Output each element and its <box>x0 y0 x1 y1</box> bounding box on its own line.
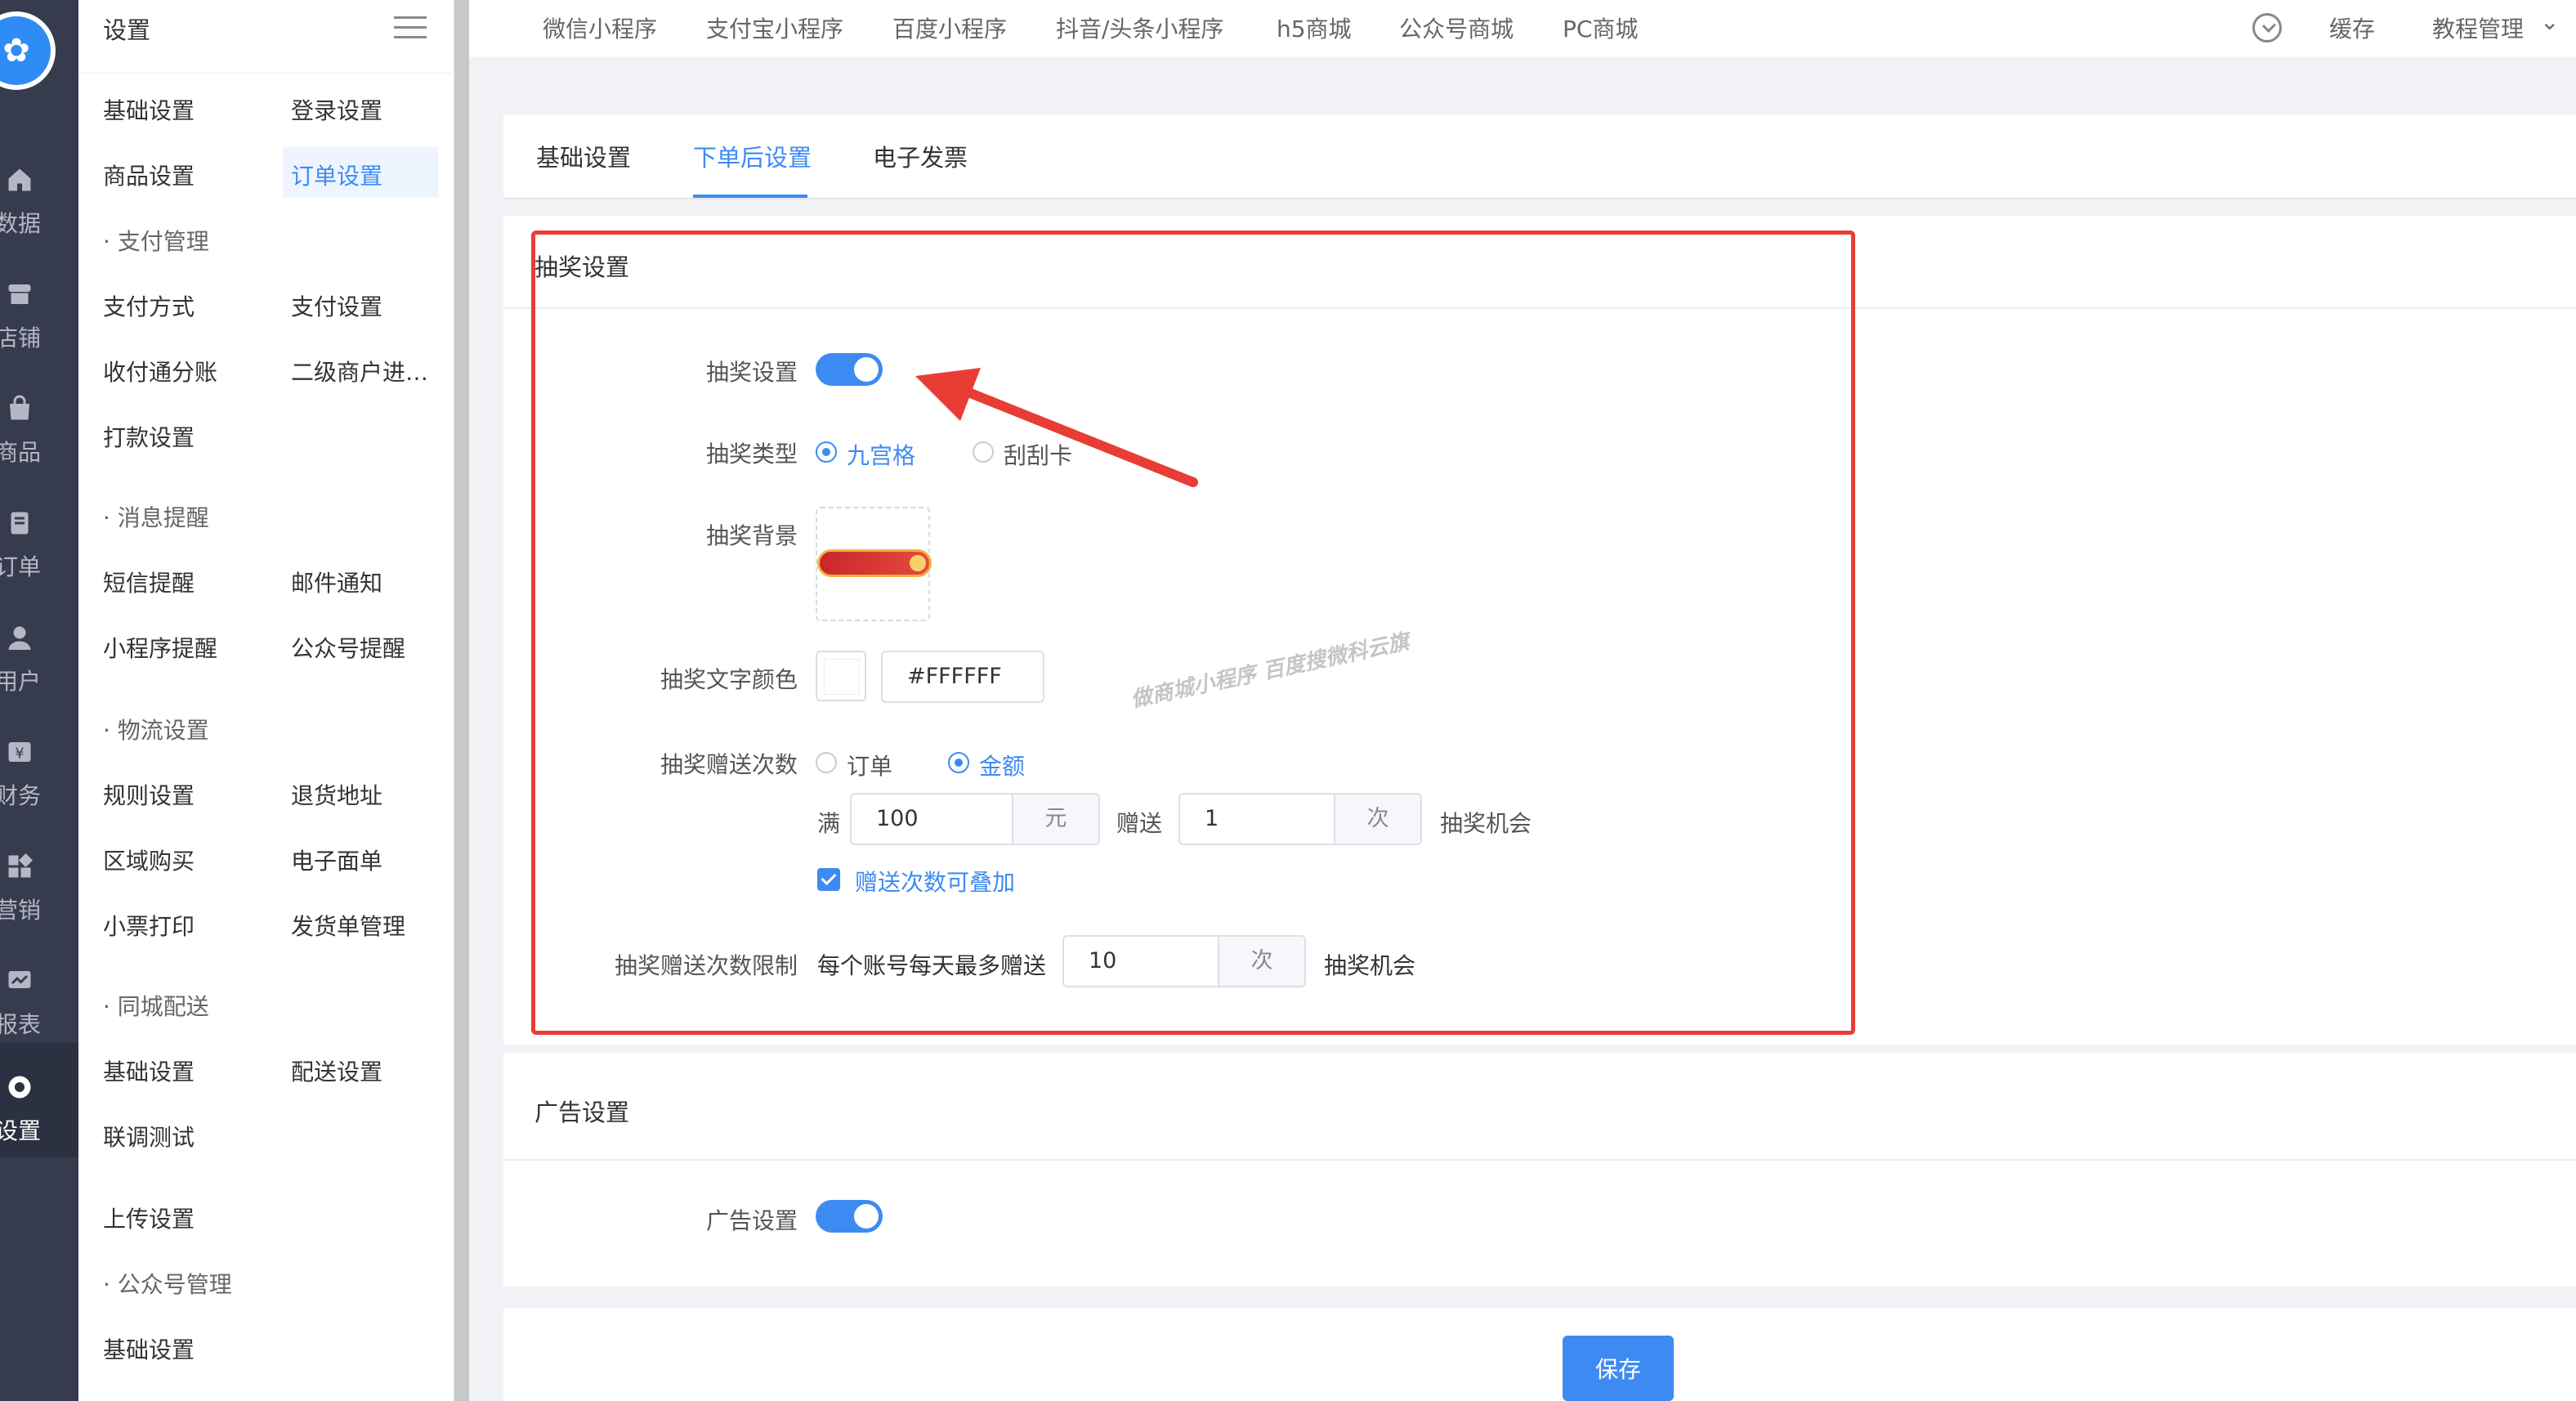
subnav-item-mini-msg[interactable]: 小程序提醒 <box>103 631 217 664</box>
marketing-icon <box>8 853 33 878</box>
subnav-item-basic[interactable]: 基础设置 <box>103 93 195 126</box>
subnav-item-mp-basic[interactable]: 基础设置 <box>103 1332 195 1365</box>
order-icon <box>11 512 29 535</box>
subnav-group-msg: · 消息提醒 <box>103 504 209 531</box>
home-icon <box>8 168 31 191</box>
content-tabs <box>503 114 2576 199</box>
subnav-group-mp: · 公众号管理 <box>103 1271 232 1298</box>
subnav-item-login[interactable]: 登录设置 <box>291 93 382 126</box>
rail-item-label: 订单 <box>0 553 42 580</box>
rail-item-user[interactable]: 用户 <box>0 593 78 708</box>
subnav-item-delivery[interactable]: 配送设置 <box>291 1054 382 1087</box>
collapse-menu-icon[interactable] <box>394 16 427 44</box>
subnav-item-upload[interactable]: 上传设置 <box>103 1202 195 1234</box>
rail-item-label: 店铺 <box>0 325 42 351</box>
subnav-group-logistics: · 物流设置 <box>103 717 209 744</box>
subnav-header: 设置 <box>78 0 454 74</box>
rail-item-settings[interactable]: 设置 <box>0 1043 78 1157</box>
rail-item-finance[interactable]: ¥ 财务 <box>0 708 78 822</box>
rail-item-order[interactable]: 订单 <box>0 479 78 593</box>
tab-after-order[interactable]: 下单后设置 <box>693 139 812 173</box>
top-tab-h5[interactable]: h5商城 <box>1277 11 1352 44</box>
subnav-group-city: · 同城配送 <box>103 993 209 1020</box>
chevron-down-icon[interactable]: ⌄ <box>2540 8 2559 35</box>
bag-icon <box>10 395 29 420</box>
ad-section: 广告设置 <box>503 1053 2576 1287</box>
subnav-item-payout[interactable]: 打款设置 <box>103 420 195 453</box>
settings-subnav: 设置 <box>78 0 454 1401</box>
rail-item-data[interactable]: 数据 <box>0 136 78 250</box>
rail-item-label: 营销 <box>0 897 42 924</box>
rail-item-label: 用户 <box>0 668 42 695</box>
subnav-item-email[interactable]: 邮件通知 <box>291 566 382 598</box>
subnav-item-region[interactable]: 区域购买 <box>103 844 195 876</box>
tab-basic[interactable]: 基础设置 <box>536 139 631 173</box>
rail-item-label: 商品 <box>0 439 42 466</box>
rail-item-report[interactable]: 报表 <box>0 937 78 1051</box>
subnav-item-goods[interactable]: 商品设置 <box>103 159 195 191</box>
subnav-item-city-basic[interactable]: 基础设置 <box>103 1054 195 1087</box>
rail-item-store[interactable]: 店铺 <box>0 250 78 365</box>
app-logo: ✿ <box>0 11 56 90</box>
svg-text:¥: ¥ <box>15 745 24 763</box>
subnav-group-pay: · 支付管理 <box>103 228 209 255</box>
subnav-item-pay-method[interactable]: 支付方式 <box>103 289 195 322</box>
subnav-item-receipt[interactable]: 小票打印 <box>103 909 195 942</box>
annotation-highlight-box <box>531 231 1855 1035</box>
top-tab-wechat[interactable]: 微信小程序 <box>543 11 657 44</box>
subnav-item-split[interactable]: 收付通分账 <box>103 355 217 387</box>
finance-icon: ¥ <box>8 742 31 763</box>
rail-item-label: 设置 <box>0 1117 42 1144</box>
user-icon <box>8 626 31 650</box>
ad-toggle[interactable] <box>816 1200 883 1233</box>
annotation-arrow-icon <box>915 368 1198 487</box>
top-tab-pc[interactable]: PC商城 <box>1563 11 1638 44</box>
rail-item-label: 财务 <box>0 782 42 809</box>
top-tab-mp[interactable]: 公众号商城 <box>1399 11 1514 44</box>
subnav-item-e-waybill[interactable]: 电子面单 <box>291 844 382 876</box>
main-nav-rail: ✿ 数据 店铺 商品 订单 用户 ¥ 财务 营销 报表 设置 <box>0 0 78 1401</box>
subnav-item-shipping[interactable]: 发货单管理 <box>291 909 405 942</box>
rail-item-goods[interactable]: 商品 <box>0 365 78 479</box>
top-tab-baidu[interactable]: 百度小程序 <box>892 11 1007 44</box>
report-icon <box>8 971 31 988</box>
subnav-item-pay-setting[interactable]: 支付设置 <box>291 289 382 322</box>
subnav-item-rules[interactable]: 规则设置 <box>103 778 195 811</box>
rail-item-label: 报表 <box>0 1011 42 1038</box>
ad-section-title: 广告设置 <box>534 1099 630 1126</box>
subnav-item-order-active[interactable]: 订单设置 <box>283 147 438 198</box>
cache-button[interactable]: 缓存 <box>2329 11 2375 44</box>
download-icon[interactable] <box>2252 13 2282 43</box>
subnav-item-return-addr[interactable]: 退货地址 <box>291 778 382 811</box>
save-bar <box>503 1308 2576 1401</box>
tab-active-indicator <box>693 195 807 198</box>
subnav-scrollbar[interactable] <box>454 0 469 1401</box>
top-tab-alipay[interactable]: 支付宝小程序 <box>706 11 843 44</box>
subnav-title: 设置 <box>103 16 151 44</box>
tab-invoice[interactable]: 电子发票 <box>873 139 968 173</box>
tutorial-menu[interactable]: 教程管理 <box>2432 11 2524 44</box>
ad-toggle-label: 广告设置 <box>706 1207 798 1234</box>
top-tab-douyin[interactable]: 抖音/头条小程序 <box>1056 11 1223 44</box>
store-icon <box>8 284 31 304</box>
rail-item-marketing[interactable]: 营销 <box>0 822 78 937</box>
save-button[interactable]: 保存 <box>1563 1336 1674 1401</box>
subnav-item-sub-merchant[interactable]: 二级商户进… <box>291 355 428 387</box>
subnav-item-debug[interactable]: 联调测试 <box>103 1120 195 1153</box>
section-divider <box>503 1159 2576 1161</box>
subnav-item-mp-msg[interactable]: 公众号提醒 <box>291 631 405 664</box>
rail-item-label: 数据 <box>0 210 42 237</box>
subnav-item-sms[interactable]: 短信提醒 <box>103 566 195 598</box>
gear-icon <box>8 1076 31 1099</box>
